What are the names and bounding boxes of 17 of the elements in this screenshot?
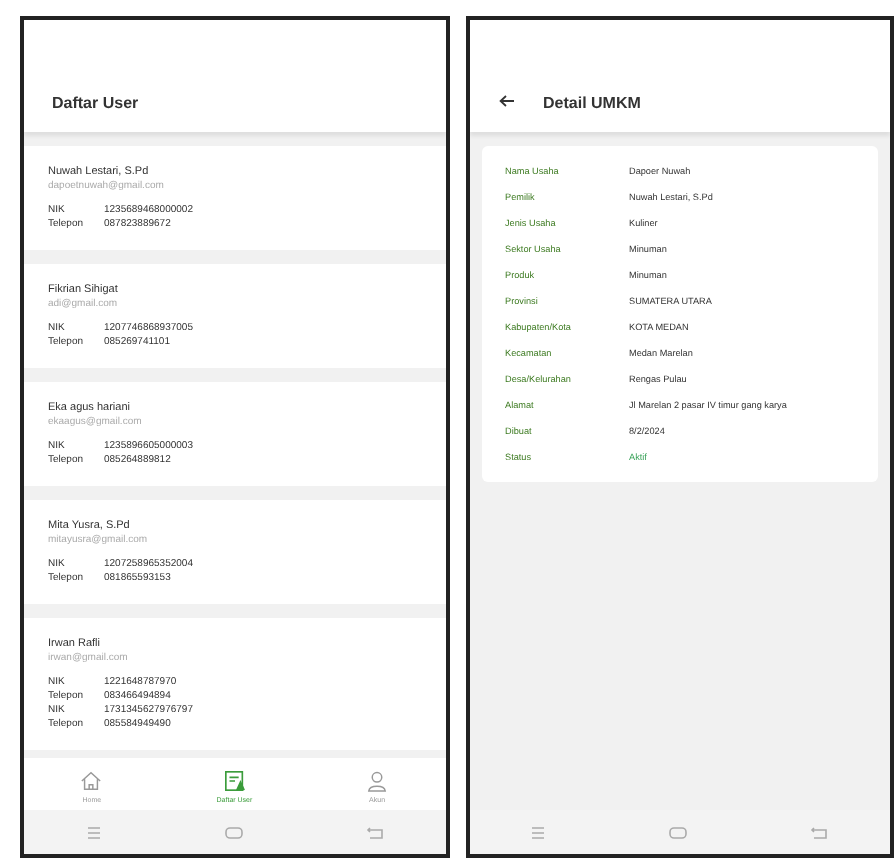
screen-title: Daftar User: [52, 94, 139, 112]
back-icon: [365, 825, 384, 839]
document-icon: [223, 770, 246, 792]
back-arrow-icon: [497, 94, 515, 108]
home-icon: [80, 770, 103, 792]
menu-button[interactable]: [530, 825, 547, 839]
back-button[interactable]: [497, 94, 515, 112]
home-button[interactable]: [668, 825, 689, 839]
user-icon: [366, 770, 389, 792]
menu-icon: [530, 825, 547, 839]
menu-button[interactable]: [85, 825, 102, 839]
back-icon: [810, 825, 829, 839]
home-icon: [223, 825, 244, 839]
home-button[interactable]: [223, 825, 244, 839]
screen-title: Detail UMKM: [543, 94, 641, 112]
menu-icon: [85, 825, 102, 839]
home-icon: [668, 825, 689, 839]
